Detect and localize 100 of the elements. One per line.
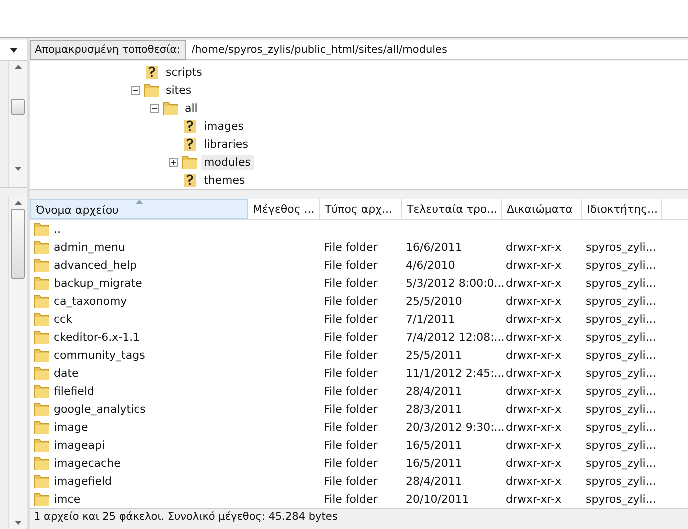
scrollbar[interactable] [8, 197, 27, 529]
table-cell: File folder [324, 276, 378, 290]
question-mark-icon [144, 64, 160, 80]
folder-icon [34, 239, 50, 255]
table-cell: spyros_zyli... [586, 420, 656, 434]
expander-icon[interactable] [130, 86, 140, 94]
file-name[interactable]: ca_taxonomy [54, 294, 128, 308]
table-cell: 28/4/2011 [406, 384, 462, 398]
table-cell: File folder [324, 456, 378, 470]
table-cell: 5/3/2012 8:00:0... [406, 276, 505, 290]
folder-icon [34, 383, 50, 399]
file-name[interactable]: imagecache [54, 456, 121, 470]
tree-item[interactable]: themes [201, 172, 248, 188]
file-name[interactable]: .. [54, 222, 61, 236]
column-header[interactable]: Μέγεθος ... [248, 199, 320, 219]
table-cell: drwxr-xr-x [506, 276, 562, 290]
file-name[interactable]: advanced_help [54, 258, 138, 272]
folder-icon [182, 154, 198, 170]
tree-item[interactable]: libraries [201, 136, 252, 152]
file-name[interactable]: filefield [54, 384, 94, 398]
table-cell: drwxr-xr-x [506, 294, 562, 308]
scroll-up-icon[interactable] [14, 65, 22, 69]
table-cell: drwxr-xr-x [506, 402, 562, 416]
tree-item[interactable]: scripts [163, 64, 206, 80]
file-name[interactable]: imce [54, 492, 81, 506]
folder-icon [34, 257, 50, 273]
file-name[interactable]: community_tags [54, 348, 146, 362]
table-cell: spyros_zyli... [586, 456, 656, 470]
file-name[interactable]: google_analytics [54, 402, 146, 416]
expander-icon[interactable] [150, 104, 158, 112]
table-cell: spyros_zyli... [586, 384, 656, 398]
table-cell: 11/1/2012 2:45:... [406, 366, 505, 380]
dropdown-button[interactable] [0, 40, 27, 61]
table-cell: drwxr-xr-x [506, 366, 562, 380]
scroll-up-icon[interactable] [14, 201, 22, 205]
scroll-thumb[interactable] [11, 209, 25, 279]
table-cell: File folder [324, 402, 378, 416]
file-name[interactable]: ckeditor-6.x-1.1 [54, 330, 140, 344]
folder-icon [34, 437, 50, 453]
folder-icon [34, 275, 50, 291]
column-header[interactable]: Όνομα αρχείου [30, 199, 248, 219]
folder-icon [34, 221, 50, 237]
table-cell: spyros_zyli... [586, 276, 656, 290]
file-name[interactable]: imageapi [54, 438, 106, 452]
folder-icon [34, 491, 50, 507]
file-name[interactable]: cck [54, 312, 72, 326]
scroll-down-icon[interactable] [14, 521, 22, 525]
folder-icon [34, 347, 50, 363]
table-cell: 25/5/2011 [406, 348, 462, 362]
file-name[interactable]: date [54, 366, 79, 380]
scroll-thumb[interactable] [11, 99, 25, 115]
file-name[interactable]: backup_migrate [54, 276, 142, 290]
folder-icon [34, 329, 50, 345]
file-name[interactable]: admin_menu [54, 240, 126, 254]
column-header[interactable]: Τελευταία τρο... [402, 199, 502, 219]
tree-item[interactable]: modules [201, 154, 254, 170]
table-cell: 28/3/2011 [406, 402, 462, 416]
tree-item[interactable]: sites [163, 82, 195, 98]
table-cell: drwxr-xr-x [506, 348, 562, 362]
table-cell: drwxr-xr-x [506, 438, 562, 452]
table-cell: drwxr-xr-x [506, 240, 562, 254]
table-cell: spyros_zyli... [586, 258, 656, 272]
folder-icon [34, 293, 50, 309]
tree-item[interactable]: all [182, 100, 201, 116]
table-cell: File folder [324, 258, 378, 272]
table-cell: 7/4/2012 12:08:... [406, 330, 505, 344]
address-label: Απομακρυσμένη τοποθεσία: [30, 40, 186, 60]
file-name[interactable]: imagefield [54, 474, 112, 488]
table-cell: 16/5/2011 [406, 438, 462, 452]
table-cell: File folder [324, 240, 378, 254]
table-cell: drwxr-xr-x [506, 330, 562, 344]
scroll-down-icon[interactable] [14, 167, 22, 171]
expander-icon[interactable] [168, 158, 178, 166]
scrollbar[interactable] [8, 61, 27, 187]
folder-icon [163, 100, 179, 116]
column-header[interactable]: Δικαιώματα [502, 199, 582, 219]
folder-icon [34, 365, 50, 381]
table-cell: spyros_zyli... [586, 474, 656, 488]
folder-icon [34, 311, 50, 327]
file-name[interactable]: image [54, 420, 88, 434]
table-cell: 28/4/2011 [406, 474, 462, 488]
table-cell: spyros_zyli... [586, 492, 656, 506]
address-field[interactable]: /home/spyros_zylis/public_html/sites/all/modules [186, 40, 688, 60]
folder-icon [34, 473, 50, 489]
table-cell: File folder [324, 492, 378, 506]
table-cell: File folder [324, 366, 378, 380]
table-cell: spyros_zyli... [586, 294, 656, 308]
table-cell: 20/10/2011 [406, 492, 470, 506]
table-cell: File folder [324, 474, 378, 488]
column-header[interactable]: Ιδιοκτήτης... [582, 199, 662, 219]
folder-icon [34, 401, 50, 417]
table-cell: File folder [324, 312, 378, 326]
table-cell: spyros_zyli... [586, 330, 656, 344]
tree-item[interactable]: images [201, 118, 247, 134]
table-cell: spyros_zyli... [586, 366, 656, 380]
table-cell: drwxr-xr-x [506, 456, 562, 470]
column-header[interactable]: Τύπος αρχ... [320, 199, 402, 219]
caret-icon [10, 48, 18, 52]
table-cell: spyros_zyli... [586, 240, 656, 254]
folder-icon [144, 82, 160, 98]
